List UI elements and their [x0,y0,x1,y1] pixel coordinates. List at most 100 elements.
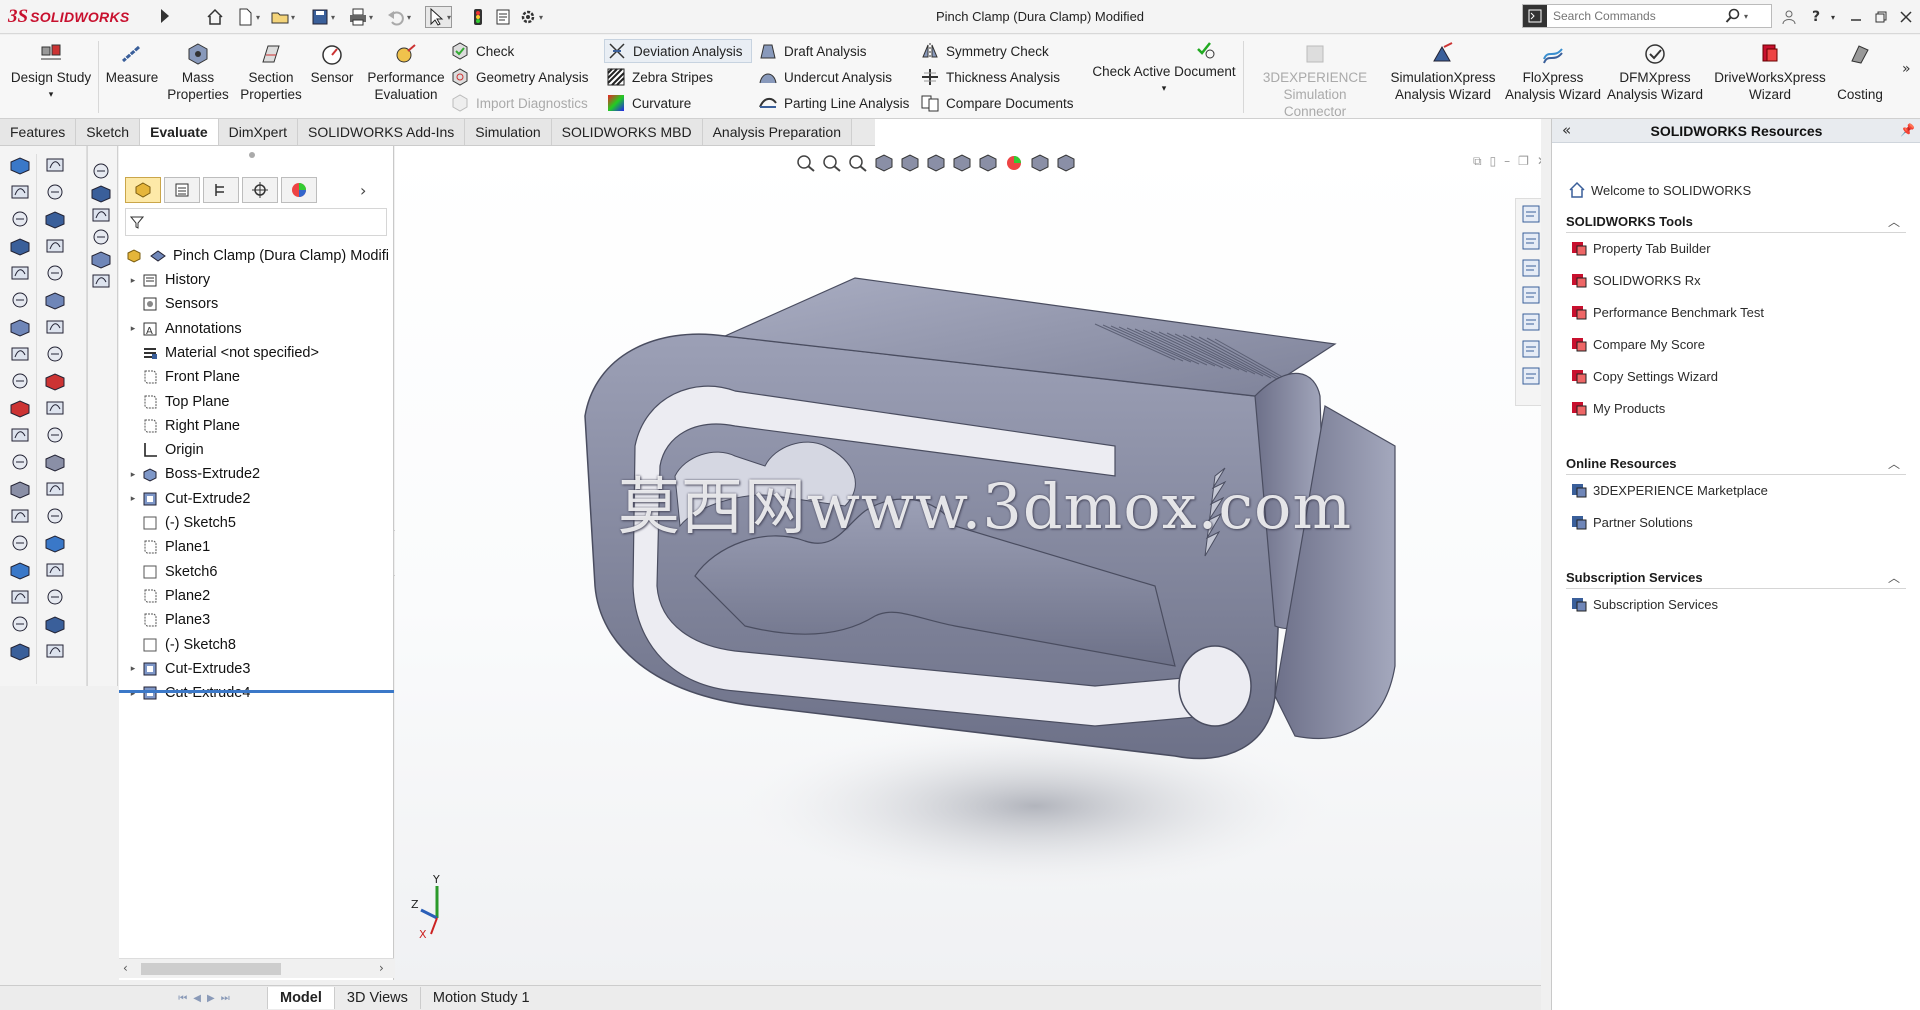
expand-arrow-icon[interactable]: ▸ [125,275,141,286]
sketch-tool-4-icon[interactable] [42,235,68,257]
sketch-tool-1-icon[interactable] [42,154,68,176]
feature-tool-18-icon[interactable] [7,613,33,635]
view-tool-6-icon[interactable] [88,270,117,292]
sketch-tool-17-icon[interactable] [42,586,68,608]
sketch-tool-8-icon[interactable] [42,343,68,365]
tab-solidworks-mbd[interactable]: SOLIDWORKS MBD [551,119,703,145]
section-properties-button[interactable]: Section Properties [234,41,308,103]
sketch-tool-16-icon[interactable] [42,559,68,581]
mass-properties-button[interactable]: Mass Properties [162,41,234,103]
print-icon[interactable]: ▾ [348,6,373,28]
search-icon[interactable] [1722,5,1744,27]
feature-tool-16-icon[interactable] [7,559,33,581]
sketch-tool-13-icon[interactable] [42,478,68,500]
feature-tool-4-icon[interactable] [7,235,33,257]
view-tool-1-icon[interactable] [88,160,117,182]
tree-item-plane3[interactable]: Plane3 [125,608,395,632]
check-button[interactable]: Check [448,39,598,63]
feature-tool-13-icon[interactable] [7,478,33,500]
collapse-chevron-icon[interactable]: ︿ [1888,211,1900,233]
close-icon[interactable] [1895,6,1917,28]
resource-link-copy-settings-wizard[interactable]: Copy Settings Wizard [1570,365,1718,387]
tree-item-cut-extrude2[interactable]: ▸ Cut-Extrude2 [125,487,395,511]
undo-icon[interactable]: ▾ [386,6,411,28]
tab-dimxpert[interactable]: DimXpert [218,119,299,145]
geometry-analysis-button[interactable]: Geometry Analysis [448,65,598,89]
menu-expand-icon[interactable] [160,8,170,24]
collapse-chevron-icon[interactable]: ︿ [1888,453,1900,475]
3dexperience-simulation-connector-button[interactable]: 3DEXPERIENCE Simulation Connector [1248,41,1382,120]
design-study-dropdown[interactable]: ▾ [6,86,96,103]
compare-documents-button[interactable]: Compare Documents [918,91,1088,115]
resources-section-solidworks-tools[interactable]: SOLIDWORKS Tools ︿ [1566,211,1906,233]
feature-tool-6-icon[interactable] [7,289,33,311]
tree-item-top-plane[interactable]: Top Plane [125,390,395,414]
expand-arrow-icon[interactable]: ▸ [125,469,141,480]
feature-tool-1-icon[interactable] [7,154,33,176]
costing-button[interactable]: Costing [1832,41,1888,103]
new-document-icon[interactable]: ▾ [235,6,260,28]
resource-link-solidworks-rx[interactable]: SOLIDWORKS Rx [1570,269,1701,291]
prev-tab-icon[interactable]: ◀ [193,993,201,1004]
feature-tool-3-icon[interactable] [7,208,33,230]
curvature-button[interactable]: Curvature [604,91,752,115]
property-manager-tab[interactable] [164,177,200,203]
tree-item-right-plane[interactable]: Right Plane [125,414,395,438]
resource-link-subscription-services[interactable]: Subscription Services [1570,593,1718,615]
resources-section-subscription-services[interactable]: Subscription Services ︿ [1566,567,1906,589]
feature-tool-14-icon[interactable] [7,505,33,527]
welcome-link[interactable]: Welcome to SOLIDWORKS [1568,179,1751,201]
tree-item-cut-extrude3[interactable]: ▸ Cut-Extrude3 [125,657,395,681]
tree-item-annotations[interactable]: ▸ A Annotations [125,317,395,341]
sketch-tool-9-icon[interactable] [42,370,68,392]
user-account-icon[interactable] [1778,6,1800,28]
search-input[interactable] [1547,6,1722,26]
undercut-analysis-button[interactable]: Undercut Analysis [756,65,918,89]
solidworks-logo[interactable]: 3S SOLIDWORKS [8,2,156,32]
tree-item-front-plane[interactable]: Front Plane [125,365,395,389]
next-tab-icon[interactable]: ▶ [207,993,215,1004]
tree-item-sensors[interactable]: Sensors [125,292,395,316]
tab-solidworks-add-ins[interactable]: SOLIDWORKS Add-Ins [298,119,466,145]
pinch-clamp-model[interactable]: Y Z X [395,146,1550,980]
file-properties-icon[interactable] [493,6,513,28]
tree-item-material-not-specified[interactable]: Material <not specified> [125,341,395,365]
scroll-right-icon[interactable]: › [379,961,384,975]
feature-tool-7-icon[interactable] [7,316,33,338]
feature-tool-11-icon[interactable] [7,424,33,446]
sketch-tool-19-icon[interactable] [42,640,68,662]
sketch-tool-3-icon[interactable] [42,208,68,230]
tree-root-part[interactable]: Pinch Clamp (Dura Clamp) Modifi [125,244,395,268]
sketch-tool-10-icon[interactable] [42,397,68,419]
sketch-tool-12-icon[interactable] [42,451,68,473]
resource-link-property-tab-builder[interactable]: Property Tab Builder [1570,237,1711,259]
tab-analysis-preparation[interactable]: Analysis Preparation [702,119,852,145]
open-folder-icon[interactable]: ▾ [270,6,295,28]
restore-icon[interactable] [1870,6,1892,28]
rollback-bar[interactable] [119,690,394,693]
bottom-tab-motion-study-1[interactable]: Motion Study 1 [419,987,542,1009]
configuration-manager-tab[interactable] [203,177,239,203]
parting-line-analysis-button[interactable]: Parting Line Analysis [756,91,918,115]
feature-tool-10-icon[interactable] [7,397,33,419]
resource-link-compare-my-score[interactable]: Compare My Score [1570,333,1705,355]
tree-item-sketch6[interactable]: Sketch6 [125,560,395,584]
home-icon[interactable] [205,6,225,28]
resources-section-online-resources[interactable]: Online Resources ︿ [1566,453,1906,475]
panel-splitter-handle[interactable] [249,152,255,158]
sketch-tool-11-icon[interactable] [42,424,68,446]
view-tool-2-icon[interactable] [88,182,117,204]
check-active-document-button[interactable]: Check Active Document ▾ [1088,39,1240,97]
thickness-analysis-button[interactable]: Thickness Analysis [918,65,1088,89]
tree-item-sketch8[interactable]: (-) Sketch8 [125,633,395,657]
options-gear-icon[interactable]: ▾ [518,6,543,28]
feature-tool-8-icon[interactable] [7,343,33,365]
display-manager-tab[interactable] [281,177,317,203]
view-tool-3-icon[interactable] [88,204,117,226]
help-dropdown-icon[interactable]: ▾ [1822,6,1844,28]
scroll-thumb[interactable] [141,963,281,975]
dfmxpress-button[interactable]: DFMXpress Analysis Wizard [1604,41,1706,103]
sketch-tool-6-icon[interactable] [42,289,68,311]
driveworksxpress-button[interactable]: DriveWorksXpress Wizard [1708,41,1832,103]
feature-tool-19-icon[interactable] [7,640,33,662]
